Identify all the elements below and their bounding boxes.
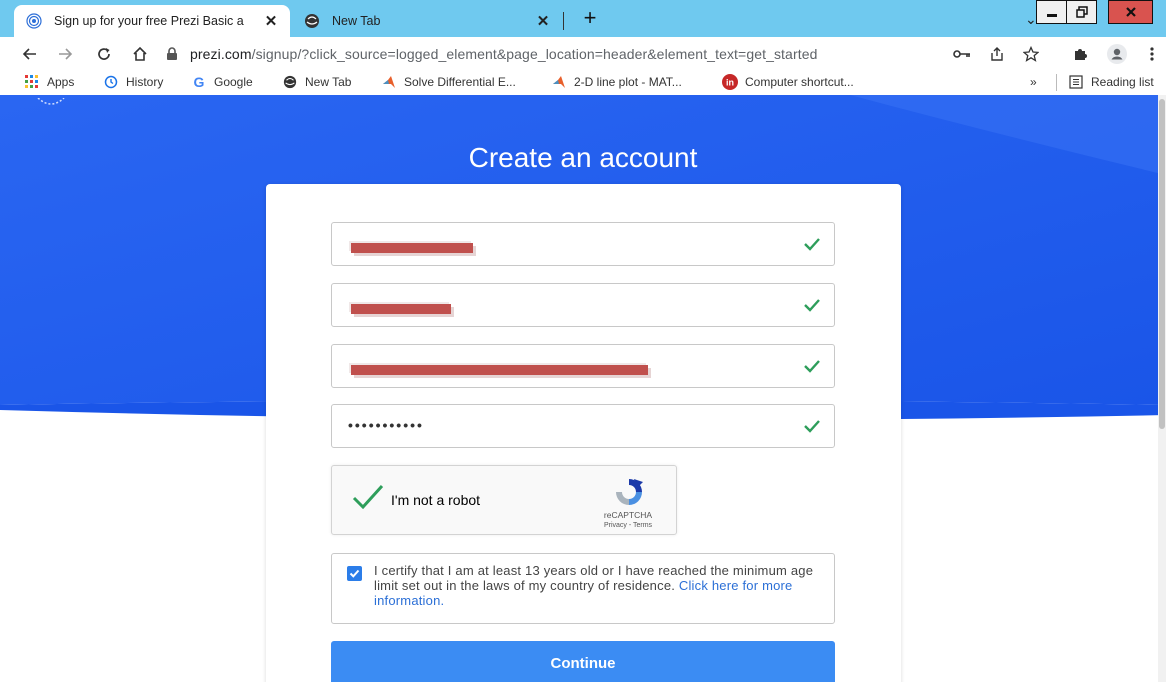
captcha-checkmark-icon[interactable] (352, 484, 384, 510)
bookmark-label: Solve Differential E... (404, 75, 516, 89)
recaptcha-logo-icon (616, 479, 643, 505)
window-restore-button[interactable] (1066, 0, 1097, 24)
bookmark-label: History (126, 75, 164, 89)
redacted-value (351, 365, 648, 375)
bookmark-2d-line-plot[interactable]: 2-D line plot - MAT... (551, 73, 682, 91)
menu-kebab-icon[interactable] (1140, 42, 1164, 66)
signup-card: ••••••••••• I'm not a robot reCAPTCHA Pr… (266, 184, 901, 682)
bookmark-computer-shortcut[interactable]: in Computer shortcut... (722, 73, 854, 91)
overflow-chevron: » (1030, 75, 1037, 89)
reading-list-label: Reading list (1091, 75, 1154, 89)
valid-check-icon (804, 360, 820, 373)
url-text: prezi.com/signup/?click_source=logged_el… (190, 46, 817, 62)
recaptcha-brand: reCAPTCHA (603, 510, 653, 520)
share-icon[interactable] (985, 42, 1009, 66)
window-close-button[interactable] (1108, 0, 1153, 24)
profile-avatar-icon[interactable] (1105, 42, 1129, 66)
apps-grid-icon (24, 74, 40, 90)
tab-close-icon[interactable]: ✕ (262, 12, 280, 30)
prezi-logo-icon (36, 95, 66, 105)
valid-check-icon (804, 420, 820, 433)
tab-prezi-signup[interactable]: Sign up for your free Prezi Basic a ✕ (14, 5, 290, 37)
bookmark-new-tab[interactable]: New Tab (282, 73, 351, 91)
age-consent-box: I certify that I am at least 13 years ol… (331, 553, 835, 624)
globe-icon (304, 13, 320, 29)
restore-icon (1075, 6, 1088, 18)
bookmark-star-icon[interactable] (1019, 42, 1043, 66)
svg-text:in: in (726, 78, 734, 88)
valid-check-icon (804, 238, 820, 251)
password-field[interactable]: ••••••••••• (331, 404, 835, 448)
close-icon (1125, 7, 1136, 17)
extensions-puzzle-icon[interactable] (1068, 42, 1092, 66)
tab-separator (563, 12, 564, 30)
bookmarks-divider (1056, 74, 1057, 91)
reading-list-button[interactable]: Reading list (1068, 73, 1154, 91)
url-path: /signup/?click_source=logged_element&pag… (251, 46, 818, 62)
tab-strip: Sign up for your free Prezi Basic a ✕ Ne… (0, 0, 1166, 37)
bookmarks-overflow-button[interactable]: » (1030, 73, 1037, 91)
email-field[interactable] (331, 344, 835, 388)
page-scrollbar[interactable] (1158, 95, 1166, 682)
key-icon[interactable] (950, 42, 974, 66)
checkbox-check-icon (349, 569, 360, 578)
forward-arrow-icon[interactable] (53, 42, 77, 66)
bookmark-label: 2-D line plot - MAT... (574, 75, 682, 89)
lock-icon (166, 47, 180, 61)
google-icon: G (193, 74, 205, 90)
bookmarks-bar: Apps History G Google New Tab Solve Diff… (0, 70, 1166, 95)
redacted-value (351, 304, 451, 314)
last-name-field[interactable] (331, 283, 835, 327)
tab-title: Sign up for your free Prezi Basic a (54, 14, 244, 28)
window-minimize-button[interactable] (1036, 0, 1067, 24)
bookmark-history[interactable]: History (103, 73, 163, 91)
bookmark-solve-differential[interactable]: Solve Differential E... (381, 73, 516, 91)
password-mask: ••••••••••• (348, 417, 424, 433)
recaptcha-widget: I'm not a robot reCAPTCHA Privacy - Term… (331, 465, 677, 535)
bookmark-apps[interactable]: Apps (24, 73, 74, 91)
new-tab-button[interactable]: + (578, 7, 602, 31)
bookmark-google[interactable]: G Google (191, 73, 253, 91)
valid-check-icon (804, 299, 820, 312)
age-consent-text: I certify that I am at least 13 years ol… (374, 563, 824, 608)
linkedin-icon: in (722, 74, 738, 90)
tab-title: New Tab (332, 14, 381, 28)
bookmark-label: Computer shortcut... (745, 75, 854, 89)
minimize-icon (1046, 14, 1057, 17)
reload-icon[interactable] (92, 42, 116, 66)
scrollbar-thumb[interactable] (1159, 99, 1165, 429)
matlab-icon (551, 74, 567, 90)
captcha-label: I'm not a robot (391, 492, 481, 508)
bookmark-label: Google (214, 75, 253, 89)
page-viewport: Create an account ••••••••••• I'm not a … (0, 95, 1166, 682)
first-name-field[interactable] (331, 222, 835, 266)
history-icon (103, 74, 119, 90)
matlab-icon (381, 74, 397, 90)
browser-toolbar: prezi.com/signup/?click_source=logged_el… (0, 37, 1166, 70)
globe-icon (282, 74, 298, 90)
back-arrow-icon[interactable] (18, 42, 42, 66)
recaptcha-links[interactable]: Privacy - Terms (598, 522, 658, 529)
tab-search-chevron-icon[interactable]: ⌄ (1025, 11, 1037, 28)
reading-list-icon (1068, 74, 1084, 90)
page-title: Create an account (468, 141, 698, 173)
home-icon[interactable] (128, 42, 152, 66)
url-host: prezi.com (190, 46, 252, 62)
address-bar[interactable]: prezi.com/signup/?click_source=logged_el… (166, 40, 956, 68)
bookmark-label: New Tab (305, 75, 352, 89)
bookmark-label: Apps (47, 75, 75, 89)
tab-new-tab[interactable]: New Tab ✕ (292, 5, 562, 37)
redacted-value (351, 243, 473, 253)
tab-close-icon[interactable]: ✕ (534, 12, 552, 30)
continue-button[interactable]: Continue (331, 641, 835, 682)
prezi-favicon-icon (26, 13, 42, 29)
age-consent-checkbox[interactable] (347, 566, 362, 581)
